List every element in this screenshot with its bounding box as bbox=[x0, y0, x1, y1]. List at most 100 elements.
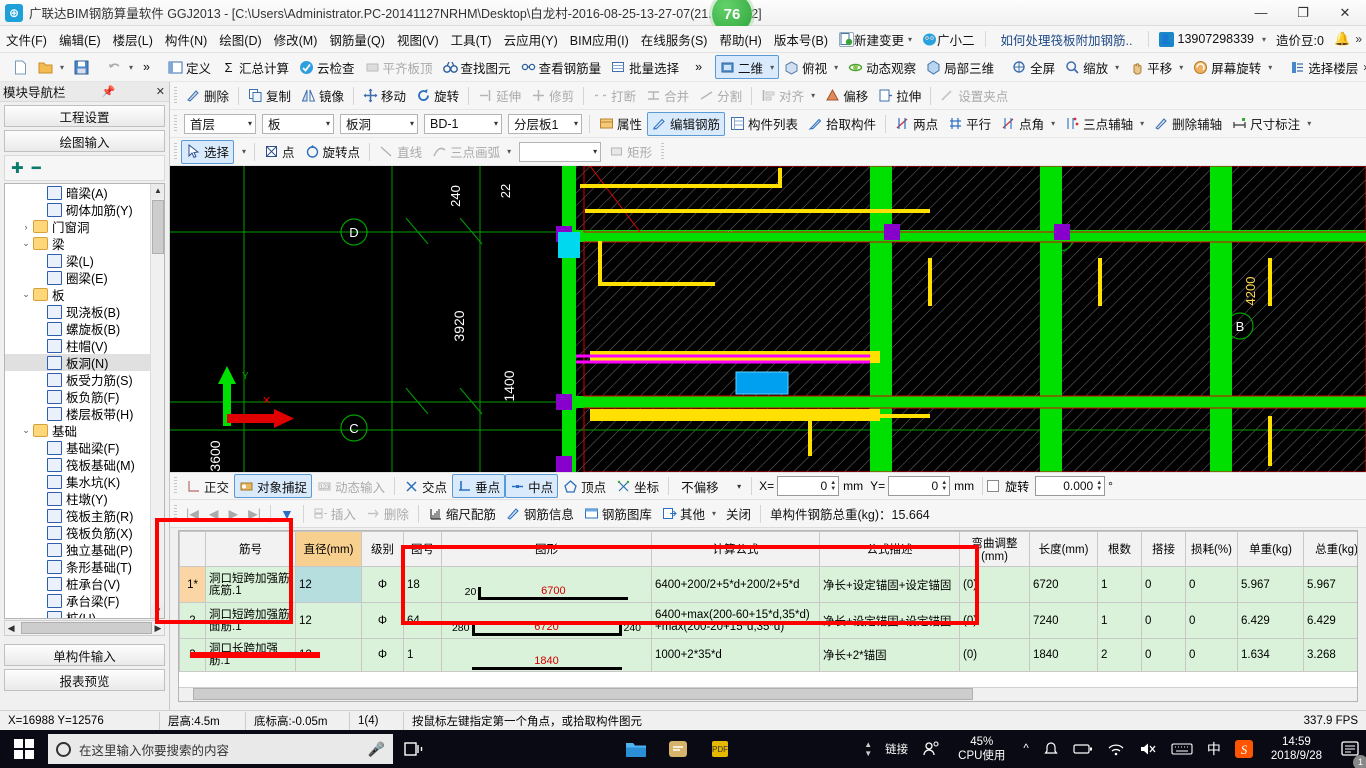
tree-item-13[interactable]: 楼层板带(H) bbox=[5, 405, 164, 422]
th-bend-adj[interactable]: 弯曲调整(mm) bbox=[959, 531, 1030, 567]
parallel-button[interactable]: 平行 bbox=[943, 112, 996, 136]
align-chevron-down-icon[interactable]: ▾ bbox=[811, 91, 815, 100]
cell-loss[interactable]: 0 bbox=[1185, 602, 1238, 639]
task-view-button[interactable] bbox=[393, 730, 435, 768]
cell-unit-weight[interactable]: 5.967 bbox=[1237, 566, 1304, 603]
th-unit-weight[interactable]: 单重(kg) bbox=[1237, 531, 1304, 567]
edit-rebar-button[interactable]: 编辑钢筋 bbox=[647, 111, 726, 136]
cell-formula[interactable]: 6400+max(200-60+15*d,35*d) +max(200-20+1… bbox=[651, 602, 820, 639]
arc-chevron-down-icon[interactable]: ▾ bbox=[507, 147, 511, 156]
cad-canvas[interactable]: D C B 240 22 3920 1400 3600 4200 Y ✕ ·· bbox=[170, 166, 1366, 472]
cell-count[interactable]: 2 bbox=[1097, 638, 1142, 672]
two-point-button[interactable]: 两点 bbox=[890, 112, 943, 136]
batch-select-button[interactable]: 批量选择 bbox=[606, 55, 684, 79]
rotate-checkbox[interactable] bbox=[987, 480, 1000, 492]
cell-unit-weight[interactable]: 6.429 bbox=[1237, 602, 1304, 639]
offset-mode-chevron-down-icon[interactable]: ▾ bbox=[737, 482, 741, 491]
th-length[interactable]: 长度(mm) bbox=[1029, 531, 1098, 567]
report-preview-button[interactable]: 报表预览 bbox=[4, 669, 165, 691]
bell-icon[interactable] bbox=[1037, 730, 1065, 768]
menu-component[interactable]: 构件(N) bbox=[159, 26, 213, 53]
undo-chevron-down-icon[interactable]: ▾ bbox=[129, 63, 133, 72]
grid-hscroll-thumb[interactable] bbox=[193, 688, 973, 700]
th-grade[interactable]: 级别 bbox=[361, 531, 404, 567]
tray-link-label[interactable]: 链接 bbox=[879, 730, 914, 768]
copy-button[interactable]: 复制 bbox=[243, 84, 296, 108]
rebar-grid[interactable]: 筋号 直径(mm) 级别 图号 图形 计算公式 公式描述 弯曲调整(mm) 长度… bbox=[178, 530, 1358, 702]
th-shape[interactable]: 图形 bbox=[441, 531, 652, 567]
draw-input-button[interactable]: 绘图输入 bbox=[4, 130, 165, 152]
snap-grip[interactable] bbox=[174, 477, 177, 495]
tray-expand-icon[interactable]: ▲ ▼ bbox=[859, 740, 877, 758]
y-offset-stepper[interactable]: ▲ ▼ bbox=[941, 480, 947, 492]
cell-lap[interactable]: 0 bbox=[1141, 566, 1186, 603]
point-angle-button[interactable]: 点角 ▾ bbox=[996, 112, 1060, 136]
table-row[interactable]: 3 洞口长跨加强筋.1 12 Φ 1 1840 1000+2*35*d 净长+2*锚固 (0) 1… bbox=[179, 638, 1357, 672]
toolbar-grip-4[interactable] bbox=[174, 142, 177, 161]
toolbar-grip-5[interactable] bbox=[661, 142, 665, 161]
taskbar-search[interactable]: 在这里输入你要搜索的内容 🎤 bbox=[48, 734, 393, 764]
assistant-button[interactable]: 广小二 bbox=[917, 28, 980, 51]
tree-item-5[interactable]: 圈梁(E) bbox=[5, 269, 164, 286]
tree-scroll-thumb[interactable] bbox=[152, 200, 164, 254]
tree-hscroll-thumb[interactable] bbox=[21, 622, 152, 634]
define-button[interactable]: 定义 bbox=[163, 55, 216, 79]
menu-edit[interactable]: 编辑(E) bbox=[53, 26, 107, 53]
nav-prev-button[interactable]: ◀ bbox=[204, 502, 224, 526]
screen-rotate-chevron-down-icon[interactable]: ▾ bbox=[1268, 63, 1272, 72]
cell-shape-no[interactable]: 18 bbox=[403, 566, 442, 603]
people-icon[interactable] bbox=[916, 730, 946, 768]
toolbar1-overflow[interactable]: » bbox=[138, 55, 155, 79]
tree-item-8[interactable]: 螺旋板(B) bbox=[5, 320, 164, 337]
cell-length[interactable]: 1840 bbox=[1029, 638, 1098, 672]
move-button[interactable]: 移动 bbox=[358, 84, 411, 108]
tree-item-2[interactable]: › 门窗洞 bbox=[5, 218, 164, 235]
table-row[interactable]: 1* 洞口短跨加强筋底筋.1 12 Φ 18 20 6700 6400+200/2+5*d+2… bbox=[179, 566, 1357, 603]
cell-loss[interactable]: 0 bbox=[1185, 638, 1238, 672]
notification-center-button[interactable]: 1 bbox=[1334, 730, 1366, 768]
cell-unit-weight[interactable]: 1.634 bbox=[1237, 638, 1304, 672]
top-view-button[interactable]: 俯视 ▾ bbox=[779, 55, 843, 79]
delete-axis-button[interactable]: 删除辅轴 bbox=[1149, 112, 1227, 136]
y-offset-input[interactable]: 0 ▲ ▼ bbox=[888, 476, 951, 496]
start-button[interactable] bbox=[0, 730, 48, 768]
tree-item-23[interactable]: 桩承台(V) bbox=[5, 575, 164, 592]
tree-item-20[interactable]: 筏板负筋(X) bbox=[5, 524, 164, 541]
tree-expander-icon[interactable]: › bbox=[19, 222, 33, 232]
pan-button[interactable]: 平移 ▾ bbox=[1124, 55, 1188, 79]
cell-shape-no[interactable]: 64 bbox=[403, 602, 442, 639]
tree-item-17[interactable]: 集水坑(K) bbox=[5, 473, 164, 490]
menu-tools[interactable]: 工具(T) bbox=[445, 26, 498, 53]
tree-scroll-left-icon[interactable]: ◀ bbox=[5, 623, 17, 634]
coordinate-snap-button[interactable]: 坐标 bbox=[611, 474, 664, 498]
cpu-usage-widget[interactable]: 45% CPU使用 bbox=[948, 735, 1015, 763]
layer-combo[interactable]: 分层板1 ▾ bbox=[508, 113, 582, 134]
cell-grade[interactable]: Φ bbox=[361, 602, 404, 639]
tree-scroll-up-icon[interactable]: ▲ bbox=[151, 184, 164, 198]
table-row[interactable]: 2 洞口短跨加强筋面筋.1 12 Φ 64 280 6720 240 6400+max(200-… bbox=[179, 602, 1357, 639]
menu-modify[interactable]: 修改(M) bbox=[268, 26, 324, 53]
layer-chevron-down-icon[interactable]: ▾ bbox=[574, 119, 578, 128]
scale-rebar-button[interactable]: 缩尺配筋 bbox=[423, 502, 501, 526]
x-offset-stepper[interactable]: ▲ ▼ bbox=[830, 480, 836, 492]
th-loss[interactable]: 损耗(%) bbox=[1185, 531, 1238, 567]
dimension-chevron-down-icon[interactable]: ▾ bbox=[1307, 119, 1311, 128]
menu-cloud-app[interactable]: 云应用(Y) bbox=[498, 26, 564, 53]
draw-mode-combo[interactable]: ▾ bbox=[519, 141, 602, 162]
fullscreen-button[interactable]: 全屏 bbox=[1007, 55, 1060, 79]
object-snap-button[interactable]: 对象捕捉 bbox=[234, 474, 313, 498]
floor-combo[interactable]: 首层 ▾ bbox=[184, 113, 256, 134]
x-offset-input[interactable]: 0 ▲ ▼ bbox=[777, 476, 840, 496]
delete-button[interactable]: 删除 bbox=[181, 84, 234, 108]
menu-file[interactable]: 文件(F) bbox=[0, 26, 53, 53]
th-total-weight[interactable]: 总重(kg) bbox=[1303, 531, 1357, 567]
tree-expander-icon[interactable]: ⌄ bbox=[19, 289, 33, 300]
cell-rebar-name[interactable]: 洞口长跨加强筋.1 bbox=[205, 638, 296, 672]
rebar-info-button[interactable]: 钢筋信息 bbox=[501, 502, 579, 526]
view-rebar-qty-button[interactable]: 查看钢筋量 bbox=[516, 55, 607, 79]
new-change-button[interactable]: 新建变更 ▾ bbox=[834, 28, 917, 51]
component-type-combo[interactable]: 板洞 ▾ bbox=[340, 113, 418, 134]
save-button[interactable] bbox=[69, 55, 94, 79]
tree-item-6[interactable]: ⌄ 板 bbox=[5, 286, 164, 303]
cell-count[interactable]: 1 bbox=[1097, 566, 1142, 603]
